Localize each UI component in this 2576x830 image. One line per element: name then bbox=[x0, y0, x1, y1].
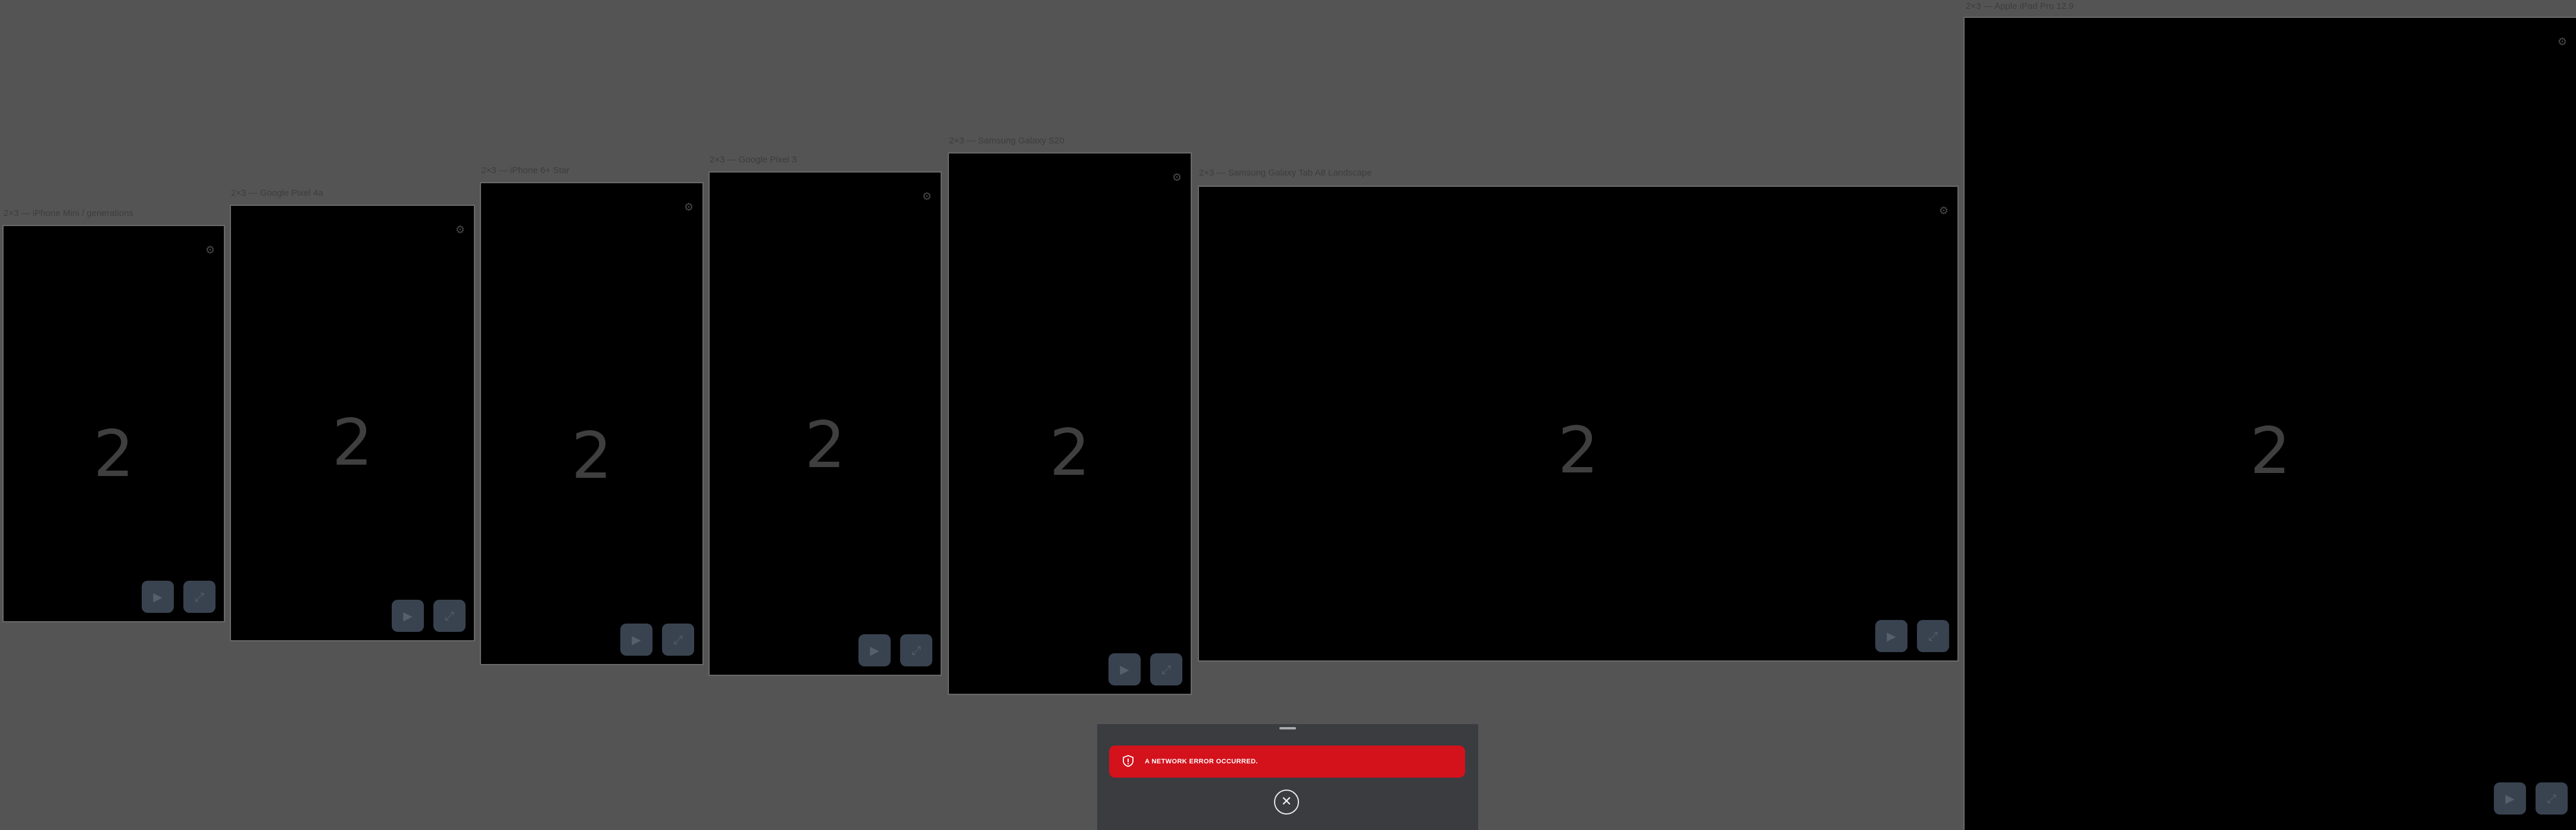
frame-number: 2 bbox=[1049, 416, 1091, 490]
error-toast: A NETWORK ERROR OCCURRED. bbox=[1109, 746, 1465, 778]
device-frame-galaxy-s20[interactable]: ⚙ 2 ▶ ⤢ bbox=[948, 152, 1192, 695]
fullscreen-button[interactable]: ⤢ bbox=[900, 634, 932, 666]
play-button[interactable]: ▶ bbox=[1109, 653, 1141, 685]
play-button[interactable]: ▶ bbox=[1875, 620, 1907, 652]
play-button[interactable]: ▶ bbox=[858, 634, 891, 666]
alert-shield-icon bbox=[1123, 755, 1134, 767]
error-message: A NETWORK ERROR OCCURRED. bbox=[1145, 758, 1258, 765]
settings-icon[interactable]: ⚙ bbox=[683, 202, 694, 213]
settings-icon[interactable]: ⚙ bbox=[1938, 206, 1949, 217]
settings-icon[interactable]: ⚙ bbox=[205, 245, 216, 256]
device-frame-iphone-mini[interactable]: ⚙ 2 ▶ ⤢ bbox=[2, 225, 225, 622]
close-icon: ✕ bbox=[1281, 794, 1292, 809]
fullscreen-button[interactable]: ⤢ bbox=[433, 600, 466, 632]
frame-label: 2×3 — Google Pixel 4a bbox=[231, 188, 323, 198]
frame-number: 2 bbox=[93, 417, 135, 491]
frame-number: 2 bbox=[2250, 414, 2291, 488]
play-button[interactable]: ▶ bbox=[392, 600, 424, 632]
frame-number: 2 bbox=[804, 408, 846, 483]
frame-label: 2×3 — Apple iPad Pro 12.9 bbox=[1966, 1, 2074, 11]
fullscreen-button[interactable]: ⤢ bbox=[1917, 620, 1949, 652]
settings-icon[interactable]: ⚙ bbox=[922, 192, 932, 202]
fullscreen-button[interactable]: ⤢ bbox=[1150, 653, 1182, 685]
device-frame-pixel-3[interactable]: ⚙ 2 ▶ ⤢ bbox=[708, 171, 942, 676]
device-frame-pixel-4a[interactable]: ⚙ 2 ▶ ⤢ bbox=[230, 205, 475, 641]
frame-label: 2×3 — iPhone Mini / generations bbox=[4, 208, 134, 218]
device-frame-ipad-pro[interactable]: ⚙ 2 ▶ ⤢ bbox=[1963, 17, 2576, 830]
play-button[interactable]: ▶ bbox=[620, 624, 652, 656]
frame-label: 2×3 — Google Pixel 3 bbox=[710, 155, 797, 165]
device-frame-galaxy-tab[interactable]: ⚙ 2 ▶ ⤢ bbox=[1198, 186, 1959, 662]
settings-icon[interactable]: ⚙ bbox=[1172, 173, 1182, 183]
frame-label: 2×3 — Samsung Galaxy Tab A8 Landscape bbox=[1199, 168, 1372, 178]
frame-label: 2×3 — iPhone 6+ Star bbox=[481, 165, 570, 176]
play-button[interactable]: ▶ bbox=[142, 581, 174, 613]
frame-number: 2 bbox=[571, 419, 613, 493]
drag-handle[interactable] bbox=[1279, 727, 1296, 729]
frame-label: 2×3 — Samsung Galaxy S20 bbox=[949, 136, 1064, 146]
close-button[interactable]: ✕ bbox=[1274, 790, 1299, 815]
settings-icon[interactable]: ⚙ bbox=[2557, 37, 2568, 48]
device-frame-iphone-plus[interactable]: ⚙ 2 ▶ ⤢ bbox=[480, 182, 704, 665]
fullscreen-button[interactable]: ⤢ bbox=[662, 624, 694, 656]
play-button[interactable]: ▶ bbox=[2494, 782, 2526, 815]
error-bottom-sheet: A NETWORK ERROR OCCURRED. ✕ bbox=[1097, 724, 1478, 830]
frame-number: 2 bbox=[1557, 414, 1599, 488]
fullscreen-button[interactable]: ⤢ bbox=[2536, 782, 2568, 815]
settings-icon[interactable]: ⚙ bbox=[455, 225, 466, 236]
fullscreen-button[interactable]: ⤢ bbox=[183, 581, 216, 613]
frame-number: 2 bbox=[332, 406, 373, 480]
